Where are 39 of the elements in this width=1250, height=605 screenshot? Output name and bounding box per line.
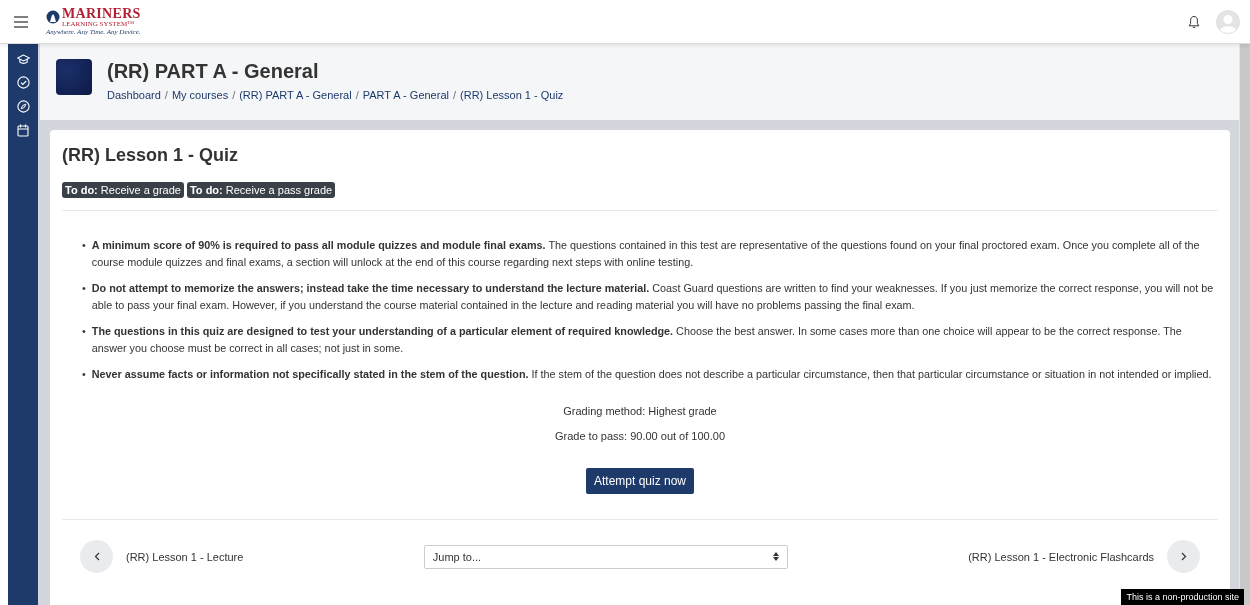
instruction-item: Do not attempt to memorize the answers; instead take the time necessary to understand the lecture material. Coast Guard questions are written to find your weaknesses. If you just memorize the correct response, you will not be able to pass your final exam. However, if you understand the course material contained in the lecture and reading material you will have no problems passing the final exam. xyxy=(91,281,1215,313)
grading-method: Grading method: Highest grade xyxy=(563,405,717,417)
quiz-title: (RR) Lesson 1 - Quiz xyxy=(62,144,239,166)
bullet-marker: • xyxy=(82,281,86,296)
logo-title: MARINERS xyxy=(62,6,141,20)
instruction-item: Never assume facts or information not specifically stated in the stem of the question. If the stem of the question does not describe a particular circumstance, then that particular circumstance or situation in not intended or implied. xyxy=(91,367,1212,382)
breadcrumb-link[interactable]: (RR) Lesson 1 - Quiz xyxy=(460,89,564,101)
chevron-right-icon xyxy=(1180,552,1187,561)
chevron-left-icon xyxy=(93,552,100,561)
todo-badge: To do: Receive a pass grade xyxy=(186,182,336,198)
breadcrumb-link[interactable]: (RR) PART A - General xyxy=(239,89,352,101)
sort-arrows-icon xyxy=(772,552,779,561)
bullet-marker: • xyxy=(82,324,86,339)
check-circle-icon[interactable] xyxy=(16,76,30,89)
breadcrumb-link[interactable]: Dashboard xyxy=(107,89,161,101)
attempt-quiz-button[interactable]: Attempt quiz now xyxy=(585,468,694,494)
grade-to-pass: Grade to pass: 90.00 out of 100.00 xyxy=(555,430,725,442)
graduation-cap-icon[interactable] xyxy=(16,54,30,65)
breadcrumb-separator: / xyxy=(232,89,236,101)
course-title: (RR) PART A - General xyxy=(107,59,320,83)
jump-to-select[interactable]: Jump to... xyxy=(423,544,788,569)
breadcrumb-separator: / xyxy=(355,89,359,101)
instruction-item: A minimum score of 90% is required to pass all module quizzes and module final exams. The questions contained in this test are representative of the questions found on your final proctored exam. Once you complete all of the course module quizzes and final exams, a section will unlock at the end of this course regarding next steps with online testing. xyxy=(91,238,1201,270)
breadcrumb-separator: / xyxy=(452,89,457,101)
previous-activity-link[interactable]: (RR) Lesson 1 - Lecture xyxy=(126,550,244,563)
bell-icon[interactable] xyxy=(1188,14,1200,29)
bullet-marker: • xyxy=(82,367,86,382)
next-activity-link[interactable]: (RR) Lesson 1 - Electronic Flashcards xyxy=(968,550,1154,563)
non-production-notice: This is a non-production site xyxy=(1126,592,1239,602)
compass-icon[interactable] xyxy=(16,100,30,113)
breadcrumb-link[interactable]: PART A - General xyxy=(362,89,449,101)
breadcrumb-link[interactable]: My courses xyxy=(171,89,229,101)
calendar-icon[interactable] xyxy=(17,124,29,137)
course-thumbnail xyxy=(56,59,92,95)
todo-badge: To do: Receive a grade xyxy=(62,182,184,198)
instruction-item: The questions in this quiz are designed to test your understanding of a particular element of required knowledge. Choose the best answer. In some cases more than one choice will appear to be the correct response. The answer you choose must be correct in all cases; not just in some. xyxy=(91,324,1183,356)
scrollbar[interactable] xyxy=(1239,44,1250,605)
bullet-marker: • xyxy=(82,238,86,253)
breadcrumb-separator: / xyxy=(164,89,168,101)
